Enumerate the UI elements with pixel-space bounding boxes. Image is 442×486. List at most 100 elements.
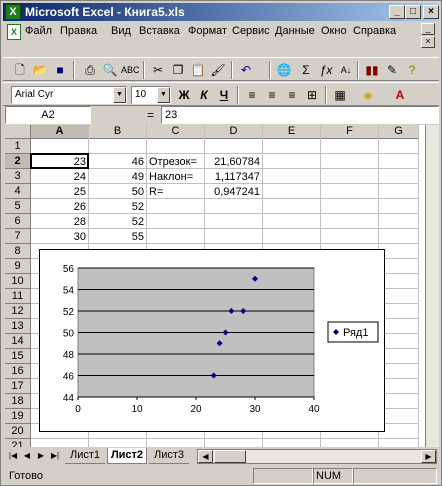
cell-b4[interactable]: 50 bbox=[89, 184, 146, 198]
cell-a7[interactable]: 30 bbox=[31, 229, 88, 243]
open-icon[interactable]: 📂 bbox=[31, 61, 49, 79]
scroll-left-icon[interactable]: ◀ bbox=[198, 450, 213, 463]
column-header-b[interactable]: B bbox=[89, 125, 147, 139]
fill-color-icon[interactable]: ◈ bbox=[359, 86, 377, 104]
copy-icon[interactable]: ❐ bbox=[169, 61, 187, 79]
row-header-6[interactable]: 6 bbox=[5, 214, 31, 229]
cell-c4[interactable]: R= bbox=[147, 184, 204, 198]
formula-input[interactable]: 23 bbox=[161, 106, 439, 124]
italic-button[interactable]: К bbox=[195, 86, 213, 104]
cell-b3[interactable]: 49 bbox=[89, 169, 146, 183]
tab-sheet2[interactable]: Лист2 bbox=[107, 448, 147, 464]
spelling-icon[interactable]: ABC bbox=[121, 61, 140, 79]
select-all-corner[interactable] bbox=[5, 125, 31, 139]
underline-button[interactable]: Ч bbox=[215, 86, 233, 104]
horizontal-scrollbar[interactable]: ◀ ▶ bbox=[197, 449, 437, 464]
merge-center-icon[interactable]: ⊞ bbox=[303, 86, 321, 104]
print-preview-icon[interactable]: 🔍 bbox=[101, 61, 119, 79]
menu-edit[interactable]: Правка bbox=[60, 25, 97, 37]
font-name-select[interactable]: Arial Cyr ▼ bbox=[11, 86, 127, 104]
menu-window[interactable]: Окно bbox=[321, 25, 347, 37]
cell-b5[interactable]: 52 bbox=[89, 199, 146, 213]
close-button[interactable]: × bbox=[423, 5, 439, 19]
row-header-7[interactable]: 7 bbox=[5, 229, 31, 244]
row-header-3[interactable]: 3 bbox=[5, 169, 31, 184]
sort-icon[interactable]: A↓ bbox=[337, 61, 355, 79]
menu-file[interactable]: Файл bbox=[25, 25, 52, 37]
cell-d2[interactable]: 21,60784 bbox=[205, 154, 262, 168]
font-size-select[interactable]: 10 ▼ bbox=[131, 86, 171, 104]
cell-b7[interactable]: 55 bbox=[89, 229, 146, 243]
paste-icon[interactable]: 📋 bbox=[189, 61, 207, 79]
name-box[interactable]: A2 bbox=[5, 106, 91, 124]
cell-c2[interactable]: Отрезок= bbox=[147, 154, 204, 168]
column-header-f[interactable]: F bbox=[321, 125, 379, 139]
row-header-14[interactable]: 14 bbox=[5, 334, 31, 349]
tab-sheet1[interactable]: Лист1 bbox=[65, 448, 105, 464]
format-painter-icon[interactable]: 🖌 bbox=[209, 61, 227, 79]
cell-b2[interactable]: 46 bbox=[89, 154, 146, 168]
row-header-20[interactable]: 20 bbox=[5, 424, 31, 439]
autosum-icon[interactable]: Σ bbox=[297, 61, 315, 79]
chevron-down-icon[interactable]: ▼ bbox=[157, 87, 170, 103]
column-header-a[interactable]: A bbox=[31, 125, 89, 139]
column-header-g[interactable]: G bbox=[379, 125, 419, 139]
cell-d4[interactable]: 0,947241 bbox=[205, 184, 262, 198]
menu-help[interactable]: Справка bbox=[353, 25, 396, 37]
column-header-c[interactable]: C bbox=[147, 125, 205, 139]
maximize-button[interactable]: □ bbox=[405, 5, 421, 19]
cell-a3[interactable]: 24 bbox=[31, 169, 88, 183]
align-right-icon[interactable]: ≡ bbox=[283, 86, 301, 104]
spreadsheet-grid[interactable]: A B C D E F G 1 2 3 4 5 6 7 8 9 10 11 12 13 14 15 16 17 18 19 20 21… bbox=[5, 125, 439, 447]
last-sheet-icon[interactable]: ▶| bbox=[49, 449, 61, 463]
chevron-down-icon[interactable]: ▼ bbox=[113, 87, 126, 103]
undo-icon[interactable]: ↶ bbox=[237, 61, 255, 79]
row-header-10[interactable]: 10 bbox=[5, 274, 31, 289]
align-left-icon[interactable]: ≡ bbox=[243, 86, 261, 104]
scroll-thumb[interactable] bbox=[214, 450, 246, 463]
prev-sheet-icon[interactable]: ◀ bbox=[21, 449, 33, 463]
cut-icon[interactable]: ✂ bbox=[149, 61, 167, 79]
row-header-18[interactable]: 18 bbox=[5, 394, 31, 409]
font-color-icon[interactable]: A bbox=[391, 86, 409, 104]
embedded-chart[interactable]: 44 46 48 50 52 54 56 0 10 20 30 40 Ряд1 bbox=[39, 249, 385, 432]
new-icon[interactable]: 🗋 bbox=[11, 61, 29, 79]
next-sheet-icon[interactable]: ▶ bbox=[35, 449, 47, 463]
tab-sheet3[interactable]: Лист3 bbox=[149, 448, 189, 464]
help-icon[interactable]: ? bbox=[403, 61, 421, 79]
row-header-1[interactable]: 1 bbox=[5, 139, 31, 154]
borders-icon[interactable]: ▦ bbox=[331, 86, 349, 104]
row-header-13[interactable]: 13 bbox=[5, 319, 31, 334]
print-icon[interactable]: ⎙ bbox=[81, 61, 99, 79]
cell-c3[interactable]: Наклон= bbox=[147, 169, 204, 183]
chart-wizard-icon[interactable]: ▮▮ bbox=[363, 61, 381, 79]
row-header-12[interactable]: 12 bbox=[5, 304, 31, 319]
menu-data[interactable]: Данные bbox=[275, 25, 315, 37]
workbook-icon[interactable]: X bbox=[7, 24, 21, 40]
drawing-icon[interactable]: ✎ bbox=[383, 61, 401, 79]
row-header-5[interactable]: 5 bbox=[5, 199, 31, 214]
scroll-right-icon[interactable]: ▶ bbox=[421, 450, 436, 463]
save-icon[interactable]: ■ bbox=[51, 61, 69, 79]
column-header-d[interactable]: D bbox=[205, 125, 263, 139]
first-sheet-icon[interactable]: |◀ bbox=[7, 449, 19, 463]
row-header-16[interactable]: 16 bbox=[5, 364, 31, 379]
menu-format[interactable]: Формат bbox=[188, 25, 227, 37]
cell-b6[interactable]: 52 bbox=[89, 214, 146, 228]
row-header-8[interactable]: 8 bbox=[5, 244, 31, 259]
cell-a4[interactable]: 25 bbox=[31, 184, 88, 198]
cell-d3[interactable]: 1,117347 bbox=[205, 169, 262, 183]
row-header-4[interactable]: 4 bbox=[5, 184, 31, 199]
row-header-19[interactable]: 19 bbox=[5, 409, 31, 424]
row-header-17[interactable]: 17 bbox=[5, 379, 31, 394]
excel-icon[interactable]: X bbox=[5, 4, 21, 20]
bold-button[interactable]: Ж bbox=[175, 86, 193, 104]
hyperlink-icon[interactable]: 🌐 bbox=[275, 61, 293, 79]
vertical-scrollbar[interactable] bbox=[425, 125, 439, 447]
function-icon[interactable]: ƒx bbox=[317, 61, 335, 79]
cell-a6[interactable]: 28 bbox=[31, 214, 88, 228]
doc-close-button[interactable]: × bbox=[421, 36, 435, 48]
cell-a5[interactable]: 26 bbox=[31, 199, 88, 213]
align-center-icon[interactable]: ≡ bbox=[263, 86, 281, 104]
row-header-11[interactable]: 11 bbox=[5, 289, 31, 304]
